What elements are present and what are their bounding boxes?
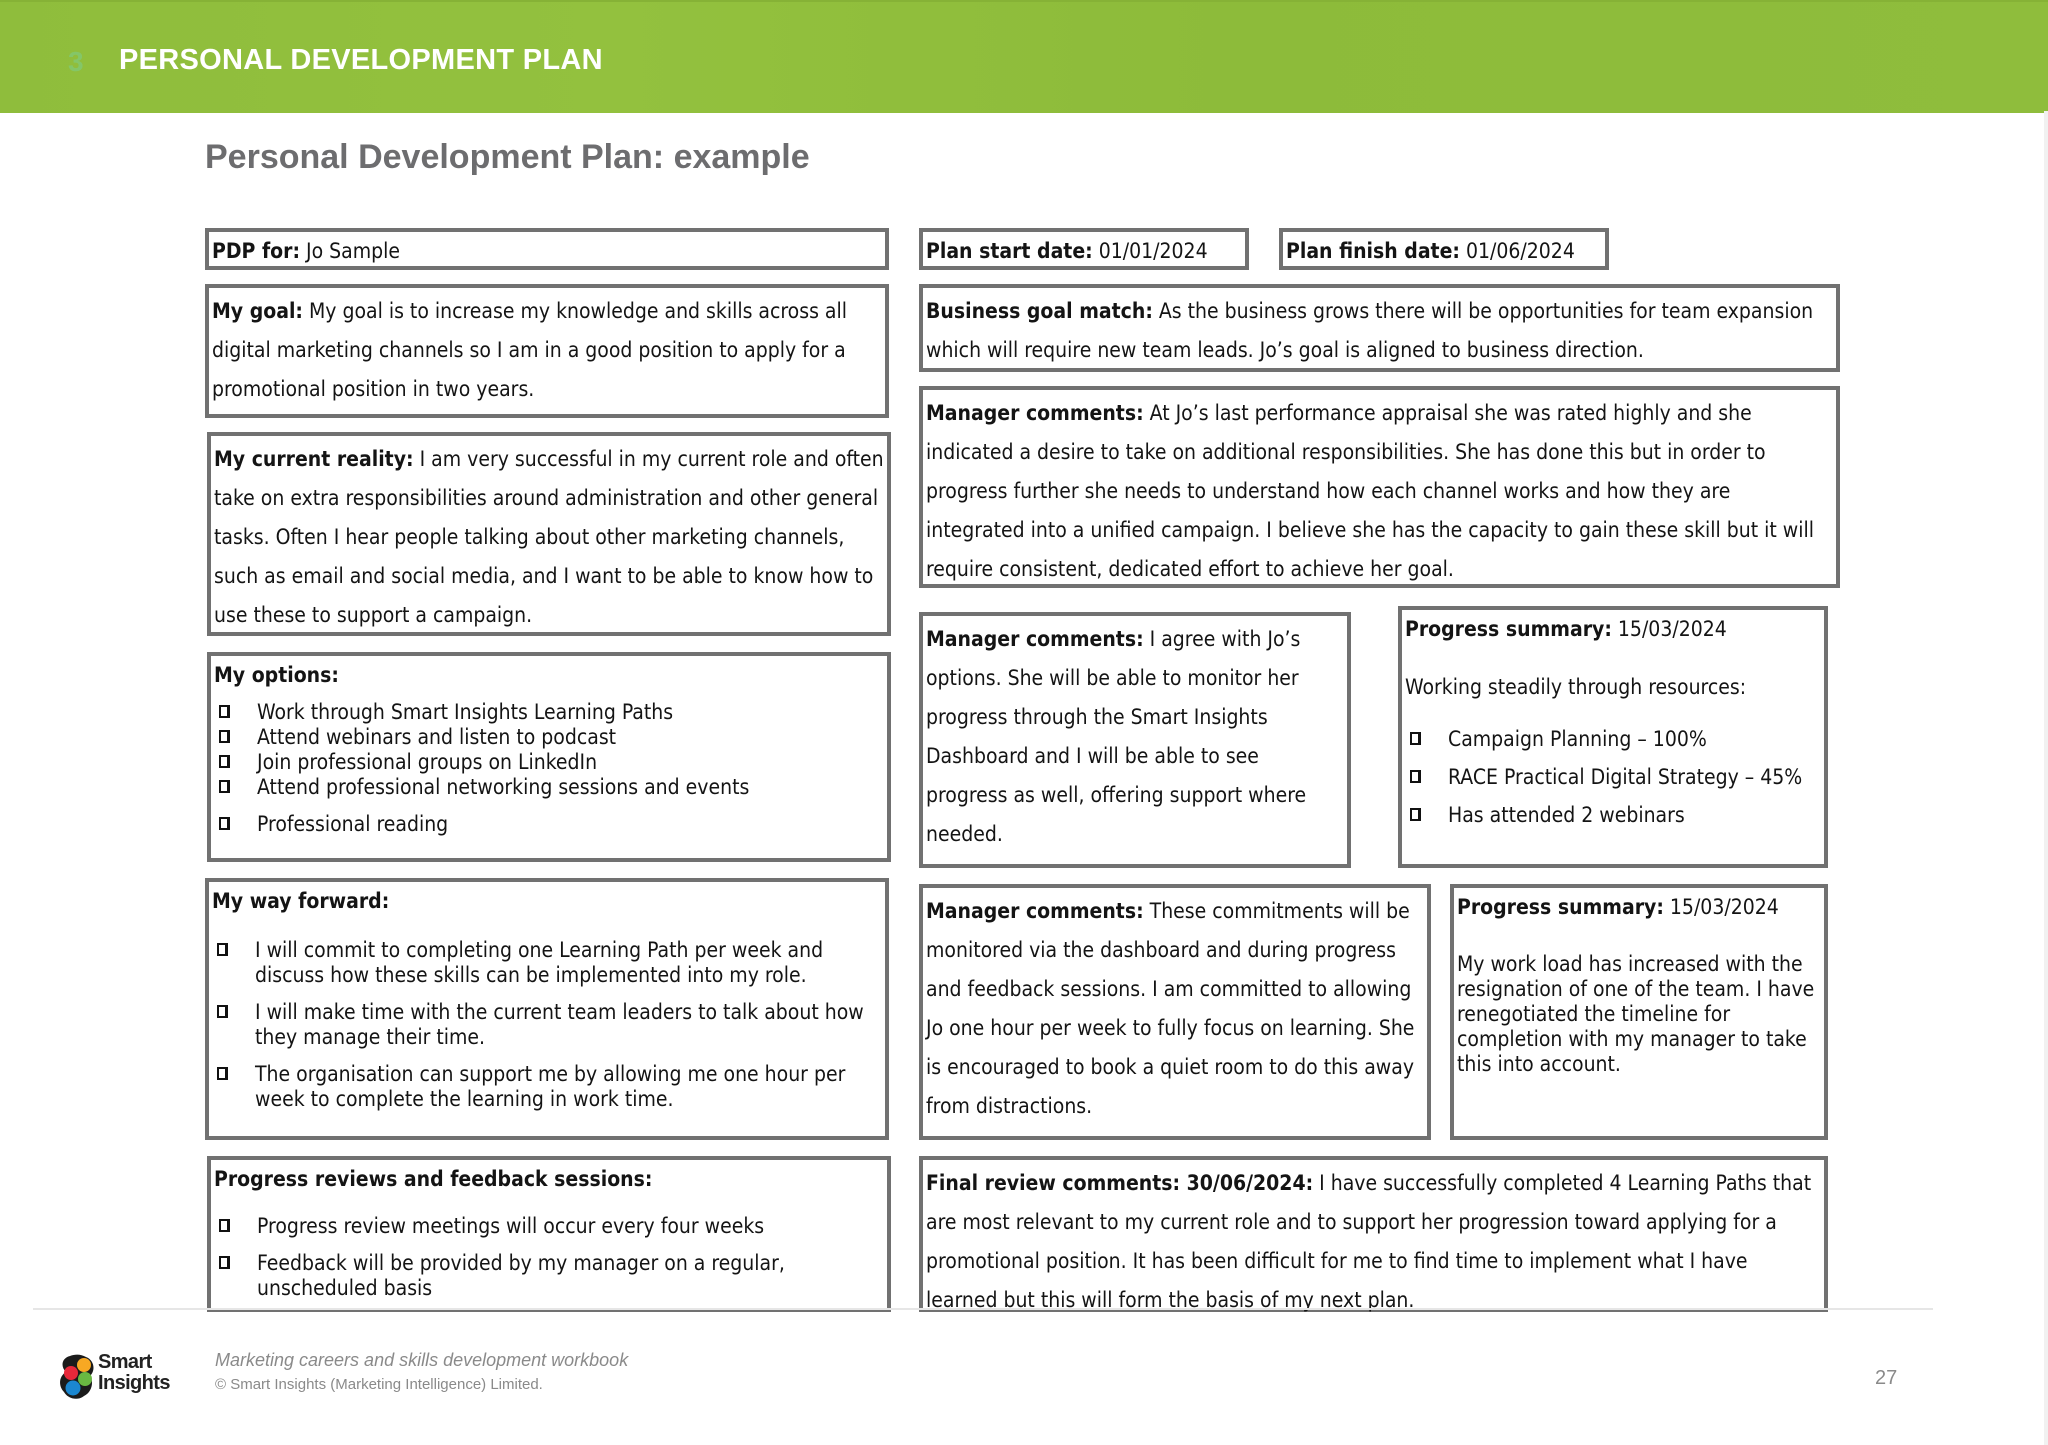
my-options-list: Work through Smart Insights Learning Pat… — [214, 700, 884, 837]
manager-comments-3-text: These commitments will be monitored via … — [926, 899, 1415, 1118]
final-review-box: Final review comments: 30/06/2024: I hav… — [919, 1156, 1828, 1312]
progress-summary-2-text: My work load has increased with the resi… — [1457, 952, 1815, 1076]
my-options-box: My options: Work through Smart Insights … — [207, 652, 891, 862]
checkbox-icon[interactable] — [219, 705, 230, 718]
progress-review-item: Feedback will be provided by my manager … — [214, 1251, 884, 1301]
checkbox-icon[interactable] — [217, 1067, 228, 1080]
progress-summary-1-box: Progress summary: 15/03/2024 Working ste… — [1398, 606, 1828, 868]
way-forward-item: The organisation can support me by allow… — [212, 1062, 882, 1112]
logo-wordmark: Smart Insights — [98, 1351, 170, 1394]
manager-comments-1-label: Manager comments: — [926, 401, 1144, 425]
page-edge — [2044, 111, 2048, 1445]
plan-start-label: Plan start date: — [926, 239, 1093, 263]
manager-comments-2-text: I agree with Jo’s options. She will be a… — [926, 627, 1307, 846]
plan-finish-box: Plan finish date: 01/06/2024 — [1279, 228, 1609, 270]
checkbox-icon[interactable] — [1410, 770, 1421, 783]
option-item: Attend professional networking sessions … — [214, 775, 884, 800]
progress-summary-2-box: Progress summary: 15/03/2024 My work loa… — [1450, 884, 1828, 1140]
checkbox-icon[interactable] — [217, 943, 228, 956]
progress-summary-1-list: Campaign Planning – 100% RACE Practical … — [1405, 720, 1821, 834]
manager-comments-3-box: Manager comments: These commitments will… — [919, 884, 1431, 1140]
section-number: 3 — [68, 46, 84, 77]
my-goal-box: My goal: My goal is to increase my knowl… — [205, 284, 889, 418]
progress-review-item: Progress review meetings will occur ever… — [214, 1214, 884, 1239]
plan-finish-label: Plan finish date: — [1286, 239, 1460, 263]
option-item: Professional reading — [214, 812, 884, 837]
progress-summary-2-label: Progress summary: — [1457, 895, 1664, 919]
my-goal-text: My goal is to increase my knowledge and … — [212, 299, 847, 401]
footer-copyright: © Smart Insights (Marketing Intelligence… — [215, 1376, 543, 1393]
checkbox-icon[interactable] — [219, 817, 230, 830]
current-reality-label: My current reality: — [214, 447, 414, 471]
logo-icon — [60, 1354, 94, 1399]
page-title: Personal Development Plan: example — [205, 138, 810, 176]
final-review-label: Final review comments: 30/06/2024: — [926, 1171, 1314, 1195]
option-item: Work through Smart Insights Learning Pat… — [214, 700, 884, 725]
way-forward-item: I will make time with the current team l… — [212, 1000, 882, 1050]
pdp-for-box: PDP for: Jo Sample — [205, 228, 889, 270]
smart-insights-logo: Smart Insights — [58, 1352, 178, 1402]
plan-start-box: Plan start date: 01/01/2024 — [919, 228, 1249, 270]
manager-comments-2-box: Manager comments: I agree with Jo’s opti… — [919, 612, 1351, 868]
my-options-label: My options: — [214, 663, 339, 687]
option-item: Join professional groups on LinkedIn — [214, 750, 884, 775]
progress-summary-1-label: Progress summary: — [1405, 617, 1612, 641]
footer-subtitle: Marketing careers and skills development… — [215, 1350, 629, 1370]
progress-item: Has attended 2 webinars — [1405, 796, 1821, 834]
way-forward-label: My way forward: — [212, 889, 390, 913]
current-reality-text: I am very successful in my current role … — [214, 447, 884, 627]
progress-summary-2-date: 15/03/2024 — [1669, 895, 1779, 919]
progress-summary-1-date: 15/03/2024 — [1617, 617, 1727, 641]
manager-comments-1-box: Manager comments: At Jo’s last performan… — [919, 386, 1840, 588]
way-forward-box: My way forward: I will commit to complet… — [205, 878, 889, 1140]
option-item: Attend webinars and listen to podcast — [214, 725, 884, 750]
progress-reviews-label: Progress reviews and feedback sessions: — [214, 1167, 653, 1191]
way-forward-list: I will commit to completing one Learning… — [212, 938, 882, 1112]
pdp-for-value: Jo Sample — [306, 239, 401, 263]
progress-item: Campaign Planning – 100% — [1405, 720, 1821, 758]
manager-comments-2-label: Manager comments: — [926, 627, 1144, 651]
section-title: PERSONAL DEVELOPMENT PLAN — [119, 44, 603, 76]
plan-start-value: 01/01/2024 — [1098, 239, 1208, 263]
checkbox-icon[interactable] — [219, 1219, 230, 1232]
my-goal-label: My goal: — [212, 299, 303, 323]
footer-divider — [33, 1308, 1933, 1310]
business-goal-box: Business goal match: As the business gro… — [919, 284, 1840, 372]
plan-finish-value: 01/06/2024 — [1465, 239, 1575, 263]
business-goal-label: Business goal match: — [926, 299, 1153, 323]
way-forward-item: I will commit to completing one Learning… — [212, 938, 882, 988]
progress-item: RACE Practical Digital Strategy – 45% — [1405, 758, 1821, 796]
progress-summary-1-intro: Working steadily through resources: — [1405, 675, 1747, 699]
current-reality-box: My current reality: I am very successful… — [207, 432, 891, 636]
checkbox-icon[interactable] — [1410, 732, 1421, 745]
manager-comments-1-text: At Jo’s last performance appraisal she w… — [926, 401, 1814, 581]
checkbox-icon[interactable] — [219, 1256, 230, 1269]
progress-reviews-box: Progress reviews and feedback sessions: … — [207, 1156, 891, 1312]
pdp-for-label: PDP for: — [212, 239, 301, 263]
checkbox-icon[interactable] — [219, 755, 230, 768]
page-number: 27 — [1875, 1367, 1898, 1389]
checkbox-icon[interactable] — [219, 780, 230, 793]
checkbox-icon[interactable] — [1410, 808, 1421, 821]
manager-comments-3-label: Manager comments: — [926, 899, 1144, 923]
checkbox-icon[interactable] — [219, 730, 230, 743]
section-header-band: 3 PERSONAL DEVELOPMENT PLAN — [0, 0, 2048, 113]
checkbox-icon[interactable] — [217, 1005, 228, 1018]
progress-reviews-list: Progress review meetings will occur ever… — [214, 1214, 884, 1301]
